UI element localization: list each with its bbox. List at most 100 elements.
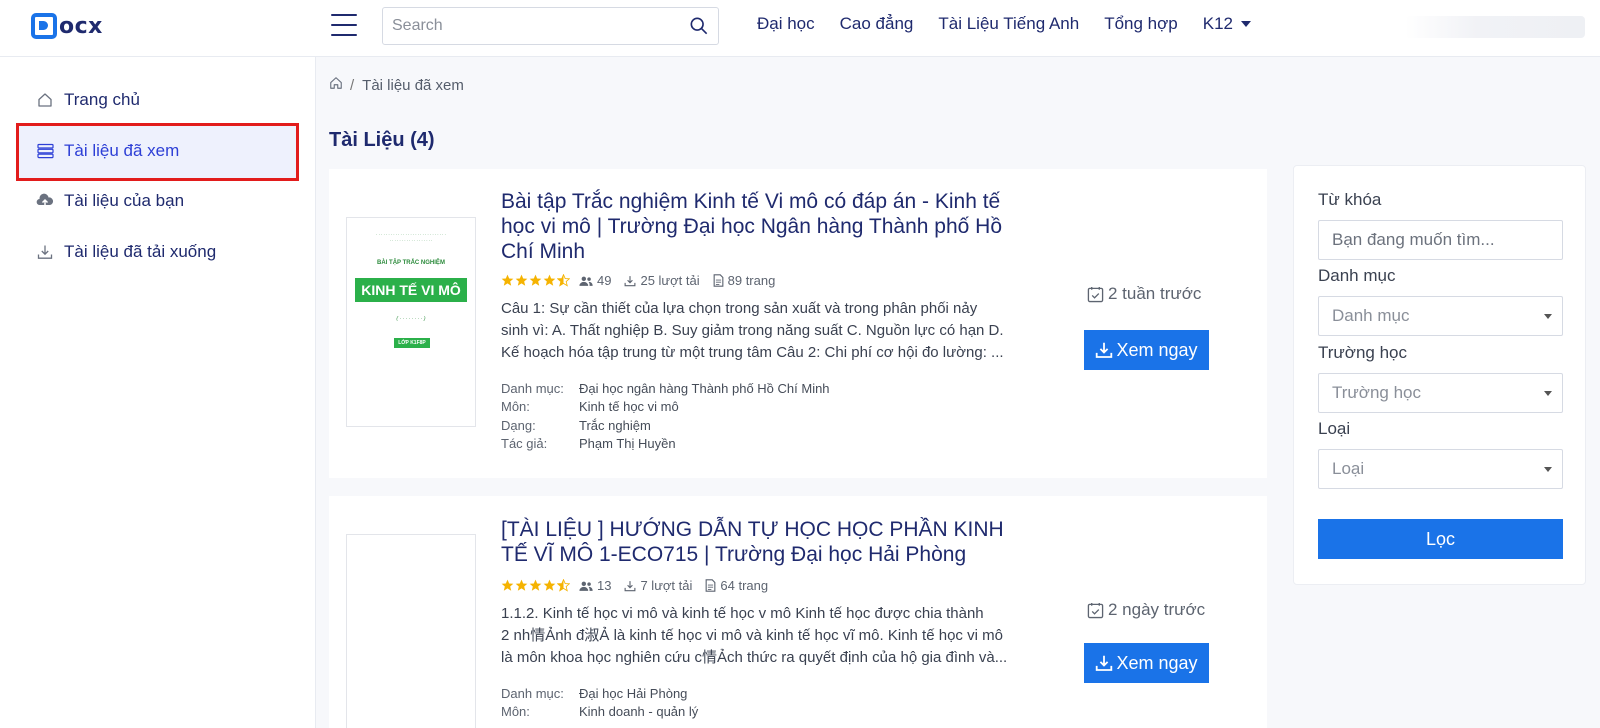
file-icon	[705, 579, 716, 592]
document-title-line: TẾ VĨ MÔ 1-ECO715 | Trường Đại học Hải P…	[501, 543, 967, 566]
info-row: Môn: Kinh doanh - quản lý	[501, 703, 698, 722]
star-half-icon	[557, 274, 570, 287]
logo-mark	[31, 13, 57, 39]
info-key: Tác giả:	[501, 436, 548, 452]
keyword-label: Từ khóa	[1318, 190, 1382, 209]
school-label: Trường học	[1318, 343, 1407, 362]
calendar-check-icon	[1087, 286, 1104, 302]
info-key: Danh mục:	[501, 380, 564, 396]
users-icon	[579, 581, 593, 591]
pages-count: 64 trang	[705, 578, 768, 593]
chevron-down-icon	[1544, 467, 1552, 472]
star-icon	[501, 274, 514, 286]
search-input[interactable]	[383, 8, 680, 44]
nav-tong-hop[interactable]: Tổng hợp	[1104, 14, 1178, 34]
filter-panel: Từ khóa Danh mục Danh mục Trường học Trư…	[1293, 165, 1586, 585]
followers-value: 49	[597, 273, 612, 288]
document-meta: 49 25 lượt tải 89 trang	[501, 273, 788, 288]
rating-stars	[501, 579, 571, 592]
sidebar: Trang chủ Tài liệu đã xem Tài liệu của b…	[0, 57, 316, 728]
info-key: Dạng:	[501, 417, 536, 433]
excerpt-line: 1.1.2. Kinh tế học vi mô và kinh tế học …	[501, 605, 984, 622]
sidebar-item-label: Tài liệu của bạn	[64, 191, 185, 210]
download-icon	[625, 275, 636, 286]
nav-tai-lieu-tieng-anh[interactable]: Tài Liệu Tiếng Anh	[938, 14, 1079, 34]
document-thumbnail[interactable]	[346, 534, 476, 728]
nav-dai-hoc[interactable]: Đại học	[757, 14, 815, 34]
document-title-line: học vi mô | Trường Đại học Ngân hàng Thà…	[501, 215, 1003, 238]
main-nav: Đại học Cao đẳng Tài Liệu Tiếng Anh Tổng…	[757, 14, 1276, 34]
star-icon	[515, 274, 528, 286]
excerpt-line: Kế hoạch hóa tập trung từ một trung tâm …	[501, 344, 1004, 361]
star-icon	[543, 274, 556, 286]
followers-value: 13	[597, 578, 612, 593]
star-icon	[529, 274, 542, 286]
document-info: Danh mục: Đại học Hải Phòng Môn: Kinh doan…	[501, 684, 698, 721]
pages-value: 64 trang	[720, 578, 769, 593]
star-icon	[501, 579, 514, 591]
star-icon	[515, 579, 528, 591]
file-icon	[713, 274, 724, 287]
document-thumbnail[interactable]: · · · · · · · · · · · · · · · · · · · · …	[346, 217, 476, 427]
info-row: Tác giả: Phạm Thị Huyền	[501, 435, 830, 454]
view-now-button[interactable]: Xem ngay	[1084, 330, 1209, 370]
type-label: Loại	[1318, 419, 1351, 438]
school-select[interactable]: Trường học	[1318, 373, 1563, 413]
document-card: [TÀI LIỆU ] HƯỚNG DẪN TỰ HỌC HỌC PHẦN KI…	[329, 496, 1267, 728]
search-box	[382, 7, 719, 45]
info-key: Môn:	[501, 399, 530, 415]
view-now-button[interactable]: Xem ngay	[1084, 643, 1209, 683]
info-value: Đại học ngân hàng Thành phố Hồ Chí Minh	[579, 380, 830, 396]
search-icon[interactable]	[680, 8, 718, 44]
star-half-icon	[557, 579, 570, 592]
info-row: Danh mục: Đại học ngân hàng Thành phố Hồ …	[501, 379, 830, 398]
excerpt-line: sinh vì: A. Thất nghiệp B. Suy giảm tron…	[501, 322, 1004, 339]
info-value: Phạm Thị Huyền	[579, 436, 676, 452]
nav-k12-dropdown[interactable]: K12	[1203, 14, 1251, 34]
home-icon	[36, 91, 54, 109]
category-select[interactable]: Danh mục	[1318, 296, 1563, 336]
sidebar-item-tai-lieu-cua-ban[interactable]: Tài liệu của bạn	[36, 186, 184, 216]
type-select[interactable]: Loại	[1318, 449, 1563, 489]
info-key: Danh mục:	[501, 685, 564, 701]
info-value: Kinh doanh - quản lý	[579, 704, 699, 720]
sidebar-item-tai-lieu-da-tai-xuong[interactable]: Tài liệu đã tải xuống	[36, 237, 216, 267]
document-card: · · · · · · · · · · · · · · · · · · · · …	[329, 169, 1267, 478]
home-icon[interactable]	[329, 76, 343, 94]
info-value: Kinh tế học vi mô	[579, 399, 679, 415]
info-value: Đại học Hải Phòng	[579, 685, 688, 701]
rating-stars	[501, 274, 571, 287]
info-row: Danh mục: Đại học Hải Phòng	[501, 684, 698, 703]
breadcrumb-current: Tài liệu đã xem	[362, 76, 464, 94]
category-select-value: Danh mục	[1332, 306, 1410, 325]
excerpt-line: là môn khoa học nghiên cứu c情Ảch thức ra…	[501, 649, 1008, 666]
document-excerpt: 1.1.2. Kinh tế học vi mô và kinh tế học …	[501, 603, 1021, 669]
followers-count: 49	[579, 273, 611, 288]
sidebar-item-label: Trang chủ	[64, 90, 140, 109]
info-value: Trắc nghiệm	[579, 417, 651, 433]
sidebar-item-trang-chu[interactable]: Trang chủ	[36, 85, 140, 115]
filter-submit-button[interactable]: Lọc	[1318, 519, 1563, 559]
info-key: Môn:	[501, 704, 530, 720]
downloads-value: 7 lượt tải	[640, 578, 693, 593]
downloads-count: 7 lượt tải	[624, 578, 692, 593]
user-area[interactable]	[1405, 16, 1585, 38]
nav-cao-dang[interactable]: Cao đẳng	[840, 14, 914, 34]
sidebar-item-tai-lieu-da-xem[interactable]: Tài liệu đã xem	[36, 136, 179, 166]
document-title-line: [TÀI LIỆU ] HƯỚNG DẪN TỰ HỌC HỌC PHẦN KI…	[501, 518, 1004, 541]
document-title[interactable]: [TÀI LIỆU ] HƯỚNG DẪN TỰ HỌC HỌC PHẦN KI…	[501, 517, 1021, 567]
document-title[interactable]: Bài tập Trắc nghiệm Kinh tế Vi mô có đáp…	[501, 189, 1021, 264]
document-date: 2 ngày trước	[1087, 600, 1205, 620]
logo[interactable]: ocx	[31, 12, 103, 40]
downloads-value: 25 lượt tải	[640, 273, 700, 288]
type-select-value: Loại	[1332, 459, 1365, 478]
logo-text: ocx	[59, 13, 103, 39]
menu-toggle-icon[interactable]	[331, 14, 357, 36]
document-date-text: 2 tuần trước	[1108, 284, 1202, 303]
school-select-value: Trường học	[1332, 383, 1421, 402]
view-now-label: Xem ngay	[1116, 339, 1198, 360]
document-excerpt: Câu 1: Sự cần thiết của lựa chọn trong s…	[501, 298, 1021, 364]
document-title-line: Bài tập Trắc nghiệm Kinh tế Vi mô có đáp…	[501, 190, 1001, 213]
keyword-input[interactable]	[1318, 220, 1563, 260]
sidebar-item-label: Tài liệu đã tải xuống	[64, 242, 217, 261]
